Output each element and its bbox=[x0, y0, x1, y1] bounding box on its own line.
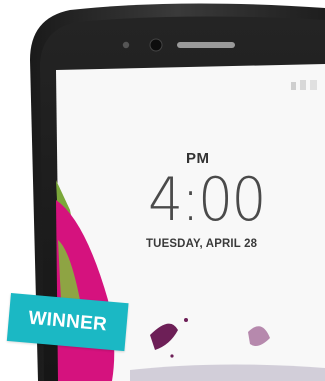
status-icon-battery bbox=[300, 80, 306, 90]
proximity-sensor bbox=[149, 38, 163, 52]
winner-badge-label: WINNER bbox=[27, 307, 108, 336]
winner-badge: WINNER bbox=[6, 293, 129, 352]
earpiece-speaker bbox=[177, 42, 235, 48]
clock-date: TUESDAY, APRIL 28 bbox=[146, 236, 258, 250]
wallpaper-dot-2 bbox=[170, 354, 174, 358]
front-camera bbox=[122, 41, 130, 49]
status-icon-signal bbox=[291, 82, 296, 90]
wallpaper-dot-1 bbox=[184, 318, 188, 322]
clock-time: 4:00 bbox=[148, 165, 266, 235]
product-photo: PM 4:00 TUESDAY, APRIL 28 WINNER bbox=[0, 0, 325, 381]
status-icon-extra bbox=[310, 80, 317, 90]
